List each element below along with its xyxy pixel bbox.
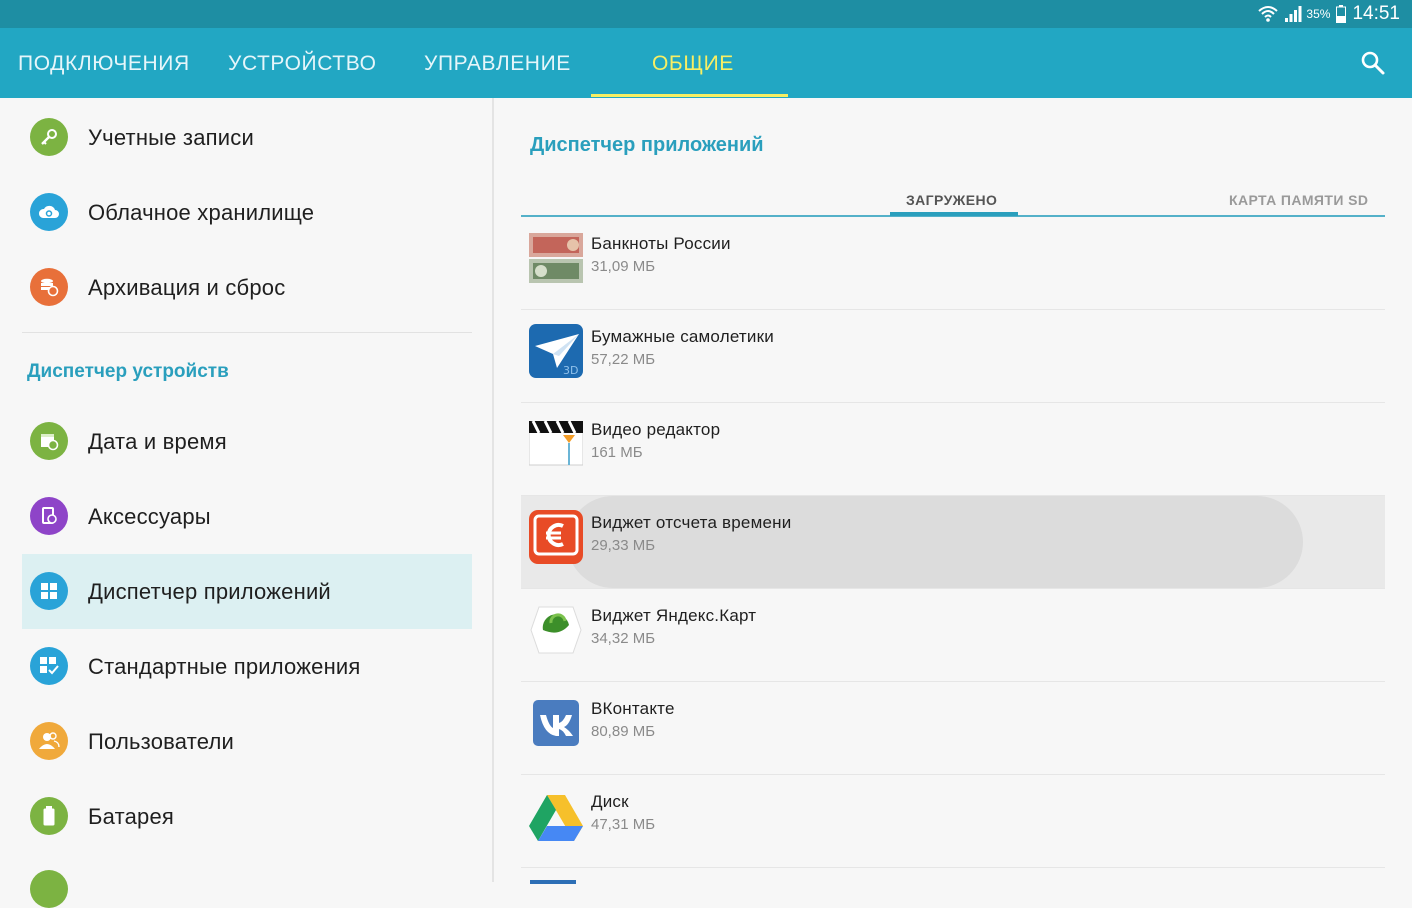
menu-item-label: Батарея bbox=[88, 804, 175, 829]
app-name: Диск bbox=[591, 792, 629, 811]
menu-item-label: Архивация и сброс bbox=[88, 275, 286, 300]
menu-item-accessories[interactable]: Аксессуары bbox=[22, 479, 472, 554]
calendar-clock-icon bbox=[30, 422, 68, 460]
battery-percent: 35% bbox=[1306, 7, 1331, 21]
subtab-downloaded[interactable]: ЗАГРУЖЕНО bbox=[906, 192, 997, 208]
app-name: ВКонтакте bbox=[591, 699, 675, 718]
active-tab-indicator bbox=[591, 94, 788, 97]
partial-app-icon bbox=[530, 880, 576, 884]
app-size: 80,89 МБ bbox=[591, 723, 656, 740]
menu-item-backup[interactable]: Архивация и сброс bbox=[22, 250, 472, 325]
panel-title: Диспетчер приложений bbox=[530, 134, 764, 156]
countdown-widget-icon bbox=[529, 510, 583, 564]
menu-item-label: Аксессуары bbox=[88, 504, 211, 529]
yandex-maps-icon bbox=[530, 606, 582, 654]
app-row-countdown-widget[interactable]: Виджет отсчета времени 29,33 МБ bbox=[521, 496, 1385, 589]
app-name: Виджет отсчета времени bbox=[591, 513, 792, 532]
menu-item-users[interactable]: Пользователи bbox=[22, 704, 472, 779]
tab-connections[interactable]: ПОДКЛЮЧЕНИЯ bbox=[18, 28, 190, 98]
menu-item-battery[interactable]: Батарея bbox=[22, 779, 472, 854]
key-icon bbox=[30, 118, 68, 156]
menu-item-default-apps[interactable]: Стандартные приложения bbox=[22, 629, 472, 704]
menu-item-label: Диспетчер приложений bbox=[88, 579, 331, 604]
app-name: Видео редактор bbox=[591, 420, 721, 439]
svg-text:3D: 3D bbox=[563, 364, 578, 377]
search-icon[interactable] bbox=[1360, 50, 1386, 76]
menu-item-label: Облачное хранилище bbox=[88, 200, 315, 225]
app-row-banknotes[interactable]: Банкноты России 31,09 МБ bbox=[521, 217, 1385, 310]
battery-icon bbox=[30, 797, 68, 835]
section-title-device-manager: Диспетчер устройств bbox=[27, 361, 229, 382]
app-name: Бумажные самолетики bbox=[591, 327, 774, 346]
subtab-sd-card[interactable]: КАРТА ПАМЯТИ SD bbox=[1229, 192, 1368, 208]
app-manager-panel: Диспетчер приложений ЗАГРУЖЕНО КАРТА ПАМ… bbox=[494, 98, 1412, 884]
signal-icon bbox=[1285, 6, 1302, 22]
database-reset-icon bbox=[30, 268, 68, 306]
app-size: 161 МБ bbox=[591, 444, 643, 461]
app-row-vkontakte[interactable]: ВКонтакте 80,89 МБ bbox=[521, 682, 1385, 775]
app-size: 31,09 МБ bbox=[591, 258, 656, 275]
app-row-paper-planes[interactable]: 3D Бумажные самолетики 57,22 МБ bbox=[521, 310, 1385, 403]
tab-device[interactable]: УСТРОЙСТВО bbox=[228, 28, 377, 98]
press-highlight bbox=[567, 496, 1303, 588]
google-drive-icon bbox=[529, 795, 583, 841]
top-tab-bar: ПОДКЛЮЧЕНИЯ УСТРОЙСТВО УПРАВЛЕНИЕ ОБЩИЕ bbox=[0, 28, 1412, 98]
paper-plane-3d-icon: 3D bbox=[529, 324, 583, 378]
apps-check-icon bbox=[30, 647, 68, 685]
video-editor-icon bbox=[529, 420, 583, 466]
app-size: 47,31 МБ bbox=[591, 816, 656, 833]
menu-divider bbox=[22, 332, 472, 333]
banknotes-icon bbox=[529, 233, 583, 283]
accessory-icon bbox=[30, 497, 68, 535]
menu-item-label: Учетные записи bbox=[88, 125, 254, 150]
vk-icon bbox=[533, 700, 579, 746]
menu-item-label: Стандартные приложения bbox=[88, 654, 361, 679]
app-size: 57,22 МБ bbox=[591, 351, 656, 368]
app-row-drive[interactable]: Диск 47,31 МБ bbox=[521, 775, 1385, 868]
active-subtab-indicator bbox=[890, 212, 1018, 216]
wifi-icon bbox=[1258, 6, 1279, 22]
tab-controls[interactable]: УПРАВЛЕНИЕ bbox=[424, 28, 571, 98]
menu-item-label: Дата и время bbox=[88, 429, 227, 454]
menu-item-cloud[interactable]: Облачное хранилище bbox=[22, 175, 472, 250]
tab-general[interactable]: ОБЩИЕ bbox=[652, 28, 734, 98]
partial-menu-icon bbox=[30, 870, 68, 908]
app-row-video-editor[interactable]: Видео редактор 161 МБ bbox=[521, 403, 1385, 496]
menu-item-accounts[interactable]: Учетные записи bbox=[22, 100, 472, 175]
app-row-yandex-maps-widget[interactable]: Виджет Яндекс.Карт 34,32 МБ bbox=[521, 589, 1385, 682]
cloud-sync-icon bbox=[30, 193, 68, 231]
battery-icon bbox=[1336, 5, 1347, 23]
status-icons: 35% 14:51 bbox=[1258, 3, 1400, 25]
menu-item-app-manager[interactable]: Диспетчер приложений bbox=[22, 554, 472, 629]
status-bar: 35% 14:51 bbox=[0, 0, 1412, 28]
app-size: 29,33 МБ bbox=[591, 537, 656, 554]
users-icon bbox=[30, 722, 68, 760]
menu-item-date-time[interactable]: Дата и время bbox=[22, 404, 472, 479]
clock: 14:51 bbox=[1352, 3, 1400, 24]
apps-grid-icon bbox=[30, 572, 68, 610]
app-size: 34,32 МБ bbox=[591, 630, 656, 647]
app-name: Виджет Яндекс.Карт bbox=[591, 606, 757, 625]
menu-item-label: Пользователи bbox=[88, 729, 234, 754]
app-name: Банкноты России bbox=[591, 234, 731, 253]
